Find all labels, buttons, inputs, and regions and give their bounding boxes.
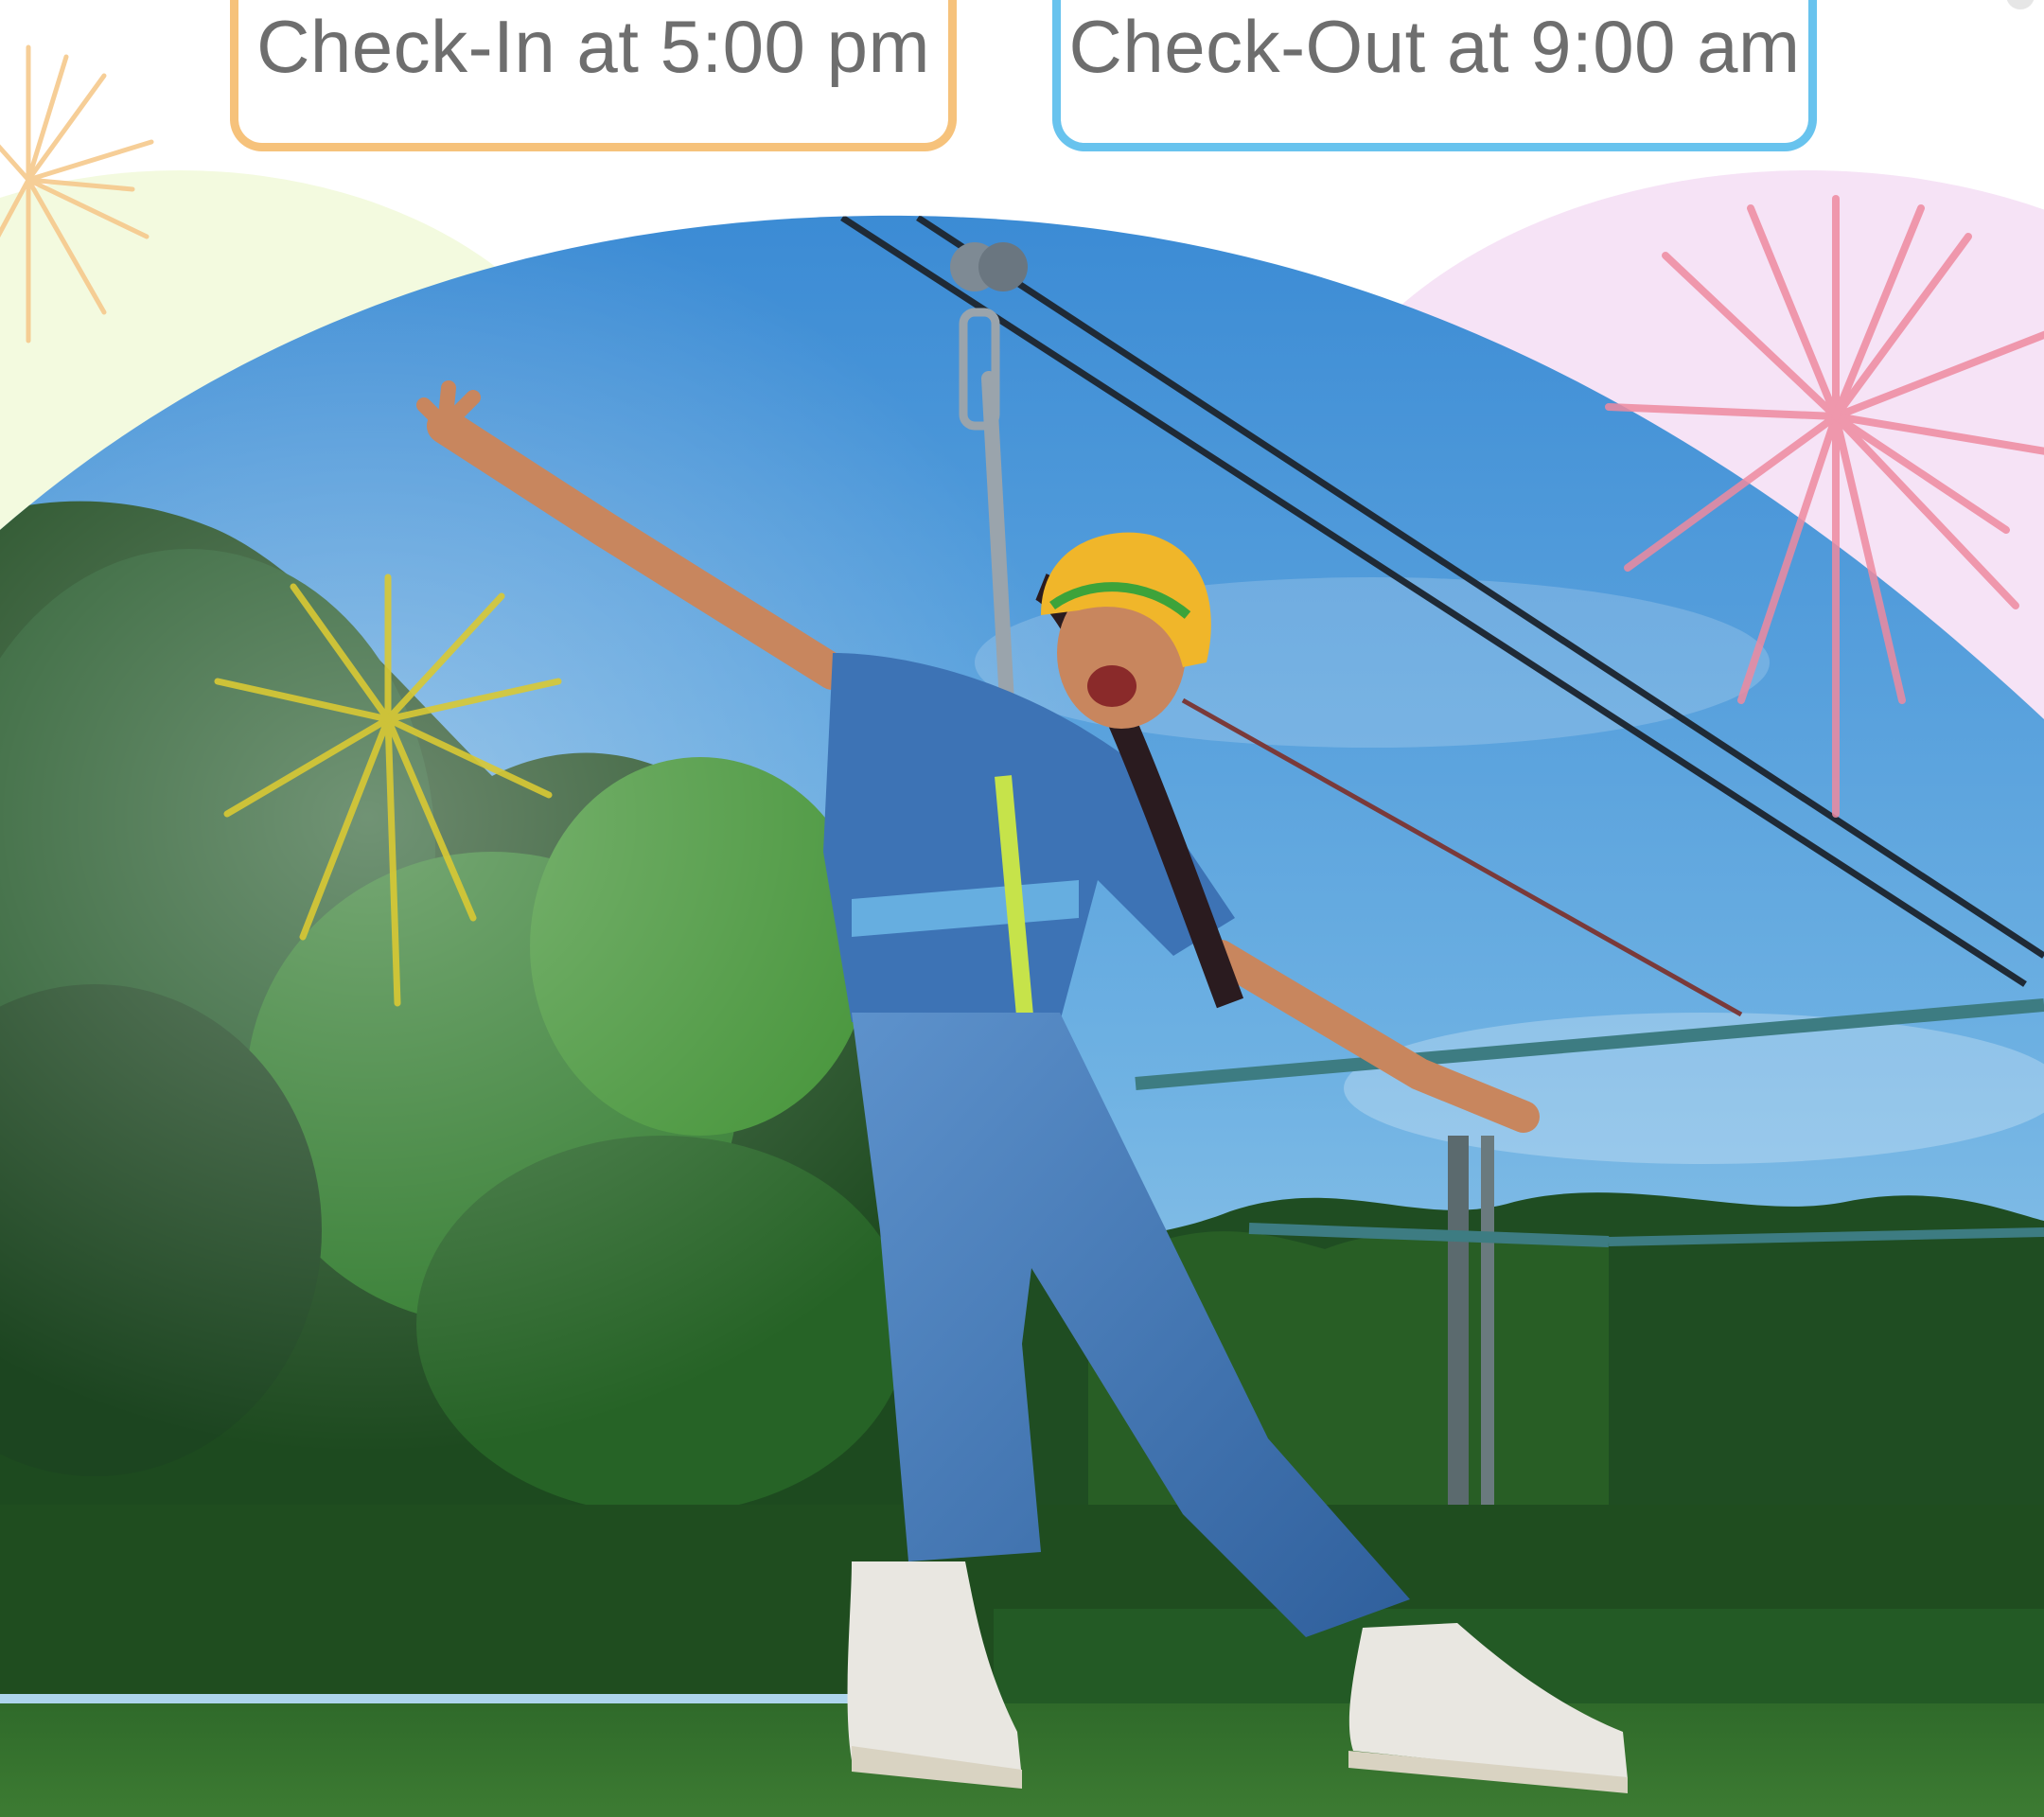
firework-yellow-icon	[214, 573, 562, 1007]
firework-peach-icon	[0, 44, 154, 344]
firework-pink-icon	[1605, 195, 2044, 818]
checkin-text: Check-In at 5:00 pm	[256, 5, 930, 88]
checkout-badge: Check-Out at 9:00 am	[1052, 0, 1817, 151]
promo-banner: Check-In at 5:00 pm Check-Out at 9:00 am	[0, 0, 2044, 1817]
checkin-badge: Check-In at 5:00 pm	[230, 0, 957, 151]
checkout-text: Check-Out at 9:00 am	[1068, 5, 1801, 88]
